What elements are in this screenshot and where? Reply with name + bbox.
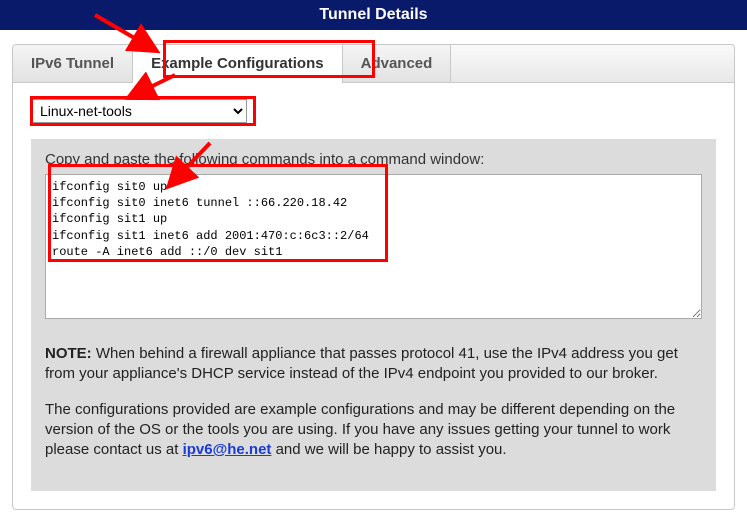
instruction-text: Copy and paste the following commands in… xyxy=(45,151,702,168)
page-title: Tunnel Details xyxy=(0,0,747,30)
tab-advanced[interactable]: Advanced xyxy=(343,45,452,82)
tab-content: Linux-net-tools Copy and paste the follo… xyxy=(13,83,734,509)
commands-box: Copy and paste the following commands in… xyxy=(31,139,716,491)
note-block: NOTE: When behind a firewall appliance t… xyxy=(45,344,702,460)
commands-textarea[interactable] xyxy=(45,174,702,319)
note-p2b: and we will be happy to assist you. xyxy=(271,441,506,458)
tunnel-panel: IPv6 Tunnel Example Configurations Advan… xyxy=(12,44,735,510)
tabs: IPv6 Tunnel Example Configurations Advan… xyxy=(13,45,734,83)
os-select[interactable]: Linux-net-tools xyxy=(31,99,247,123)
support-email-link[interactable]: ipv6@he.net xyxy=(183,441,272,458)
tab-ipv6-tunnel[interactable]: IPv6 Tunnel xyxy=(13,45,133,82)
note-p1: When behind a firewall appliance that pa… xyxy=(45,345,678,382)
os-select-wrap: Linux-net-tools xyxy=(31,99,716,123)
tab-example-configurations[interactable]: Example Configurations xyxy=(133,45,343,82)
note-label: NOTE: xyxy=(45,345,92,362)
